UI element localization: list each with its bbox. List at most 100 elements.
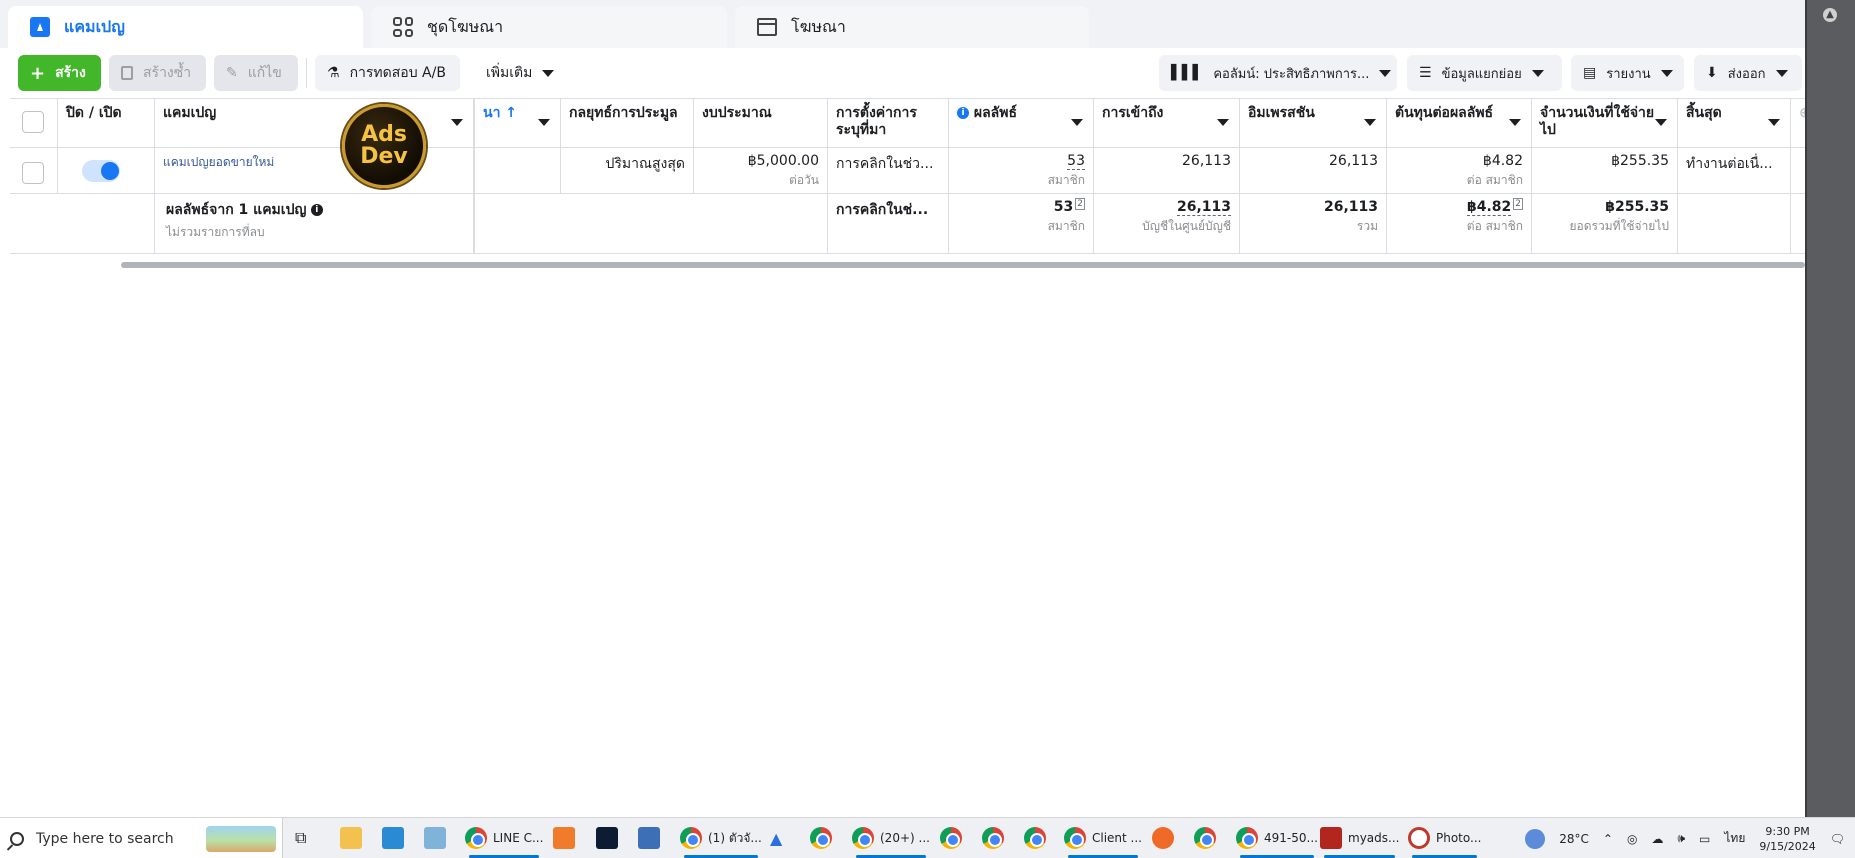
chevron-down-icon (1071, 119, 1083, 126)
duplicate-button-label: สร้างซ้ำ (143, 65, 192, 81)
table-header-row: ปิด / เปิด แคมเปญ นา ↑ กลยุทธ์การประมูล … (10, 98, 1811, 148)
vertical-scrollbar[interactable]: ▲ (1805, 0, 1855, 817)
header-results[interactable]: i ผลลัพธ์ (949, 99, 1094, 148)
network-icon[interactable]: ▭ (1699, 832, 1710, 846)
horizontal-scrollbar[interactable] (121, 262, 1805, 268)
totals-cost-per-result-sub: ต่อ สมาชิก (1466, 219, 1523, 233)
app-icon (424, 827, 446, 849)
totals-gap-cell (475, 194, 828, 253)
ab-test-button[interactable]: ⚗ การทดสอบ A/B (315, 55, 460, 91)
app4-button[interactable] (1152, 823, 1174, 853)
chevron-down-icon (451, 119, 463, 126)
taskbar-item-2-label: (1) ตัวจั... (708, 830, 762, 845)
header-reach-label: การเข้าถึง (1102, 105, 1164, 121)
taskbar-item-line[interactable]: LINE C... (465, 823, 543, 858)
chevron-down-icon (1775, 69, 1788, 77)
taskbar-item-2[interactable]: (1) ตัวจั... (680, 823, 762, 858)
language-indicator[interactable]: ไทย (1724, 829, 1745, 848)
volume-icon[interactable]: 🕪 (1677, 831, 1685, 846)
chrome-button-5[interactable] (1194, 823, 1216, 853)
header-delivery[interactable]: นา ↑ (475, 99, 561, 148)
campaign-name-link[interactable]: แคมเปญยอดขายใหม่ (163, 155, 274, 169)
taskbar-search[interactable]: Type here to search (0, 818, 283, 858)
header-attribution[interactable]: การตั้งค่าการระบุที่มา (828, 99, 949, 148)
download-icon: ⬇ (1706, 65, 1718, 81)
more-dropdown[interactable]: เพิ่มเติม (474, 55, 574, 91)
breakdown-dropdown[interactable]: ☰ ข้อมูลแยกย่อย (1407, 55, 1562, 91)
app-button[interactable] (424, 823, 446, 853)
table-row[interactable]: แคมเปญยอดขายใหม่ ปริมาณสูงสุด ฿5,000.00 … (10, 148, 1805, 194)
duplicate-button[interactable]: สร้างซ้ำ (109, 55, 206, 91)
duplicate-icon (121, 66, 133, 80)
header-cost-per-result[interactable]: ต้นทุนต่อผลลัพธ์ (1387, 99, 1532, 148)
weather-icon[interactable] (1525, 828, 1546, 849)
columns-dropdown[interactable]: ▌▌▌ คอลัมน์: ประสิทธิภาพการ... (1159, 55, 1397, 91)
chevron-up-icon[interactable]: ⌃ (1603, 832, 1613, 846)
vscode-button[interactable] (382, 823, 404, 853)
page-divider (1805, 0, 1807, 817)
header-toggle[interactable]: ปิด / เปิด (58, 99, 155, 148)
info-icon[interactable]: i (957, 107, 969, 119)
clock[interactable]: 9:30 PM 9/15/2024 (1759, 824, 1815, 854)
chrome-icon (1024, 827, 1046, 849)
header-amount-spent[interactable]: จำนวนเงินที่ใช้จ่ายไป (1532, 99, 1678, 148)
tab-ads[interactable]: โฆษณา (735, 6, 1089, 48)
chrome-button[interactable] (810, 823, 832, 853)
row-cost-per-result: ฿4.82 (1482, 153, 1523, 169)
scroll-up-icon[interactable]: ▲ (1823, 8, 1837, 22)
temperature[interactable]: 28°C (1559, 832, 1589, 846)
header-reach[interactable]: การเข้าถึง (1094, 99, 1240, 148)
chevron-down-icon (1531, 69, 1544, 77)
task-view-button[interactable]: ⧉ (295, 823, 306, 853)
edit-button[interactable]: ✎ แก้ไข (214, 55, 298, 91)
campaign-on-off-toggle[interactable] (82, 160, 120, 182)
xampp-button[interactable] (553, 823, 575, 853)
row-results-cell: 53 สมาชิก (949, 148, 1094, 193)
meet-icon[interactable]: ◎ (1627, 832, 1637, 846)
header-delivery-label: นา ↑ (483, 105, 518, 121)
select-all-checkbox[interactable] (22, 111, 44, 133)
chevron-down-icon (538, 119, 550, 126)
flask-icon: ⚗ (327, 65, 340, 81)
info-icon[interactable]: i (310, 204, 323, 216)
app3-button[interactable]: ▲ (770, 823, 782, 853)
header-budget[interactable]: งบประมาณ (694, 99, 828, 148)
row-impressions-cell: 26,113 (1240, 148, 1387, 193)
file-explorer-button[interactable] (340, 823, 362, 853)
totals-amount-spent-cell: ฿255.35 ยอดรวมที่ใช้จ่ายไป (1532, 194, 1678, 253)
notification-icon[interactable]: 🗨 (1830, 832, 1845, 846)
taskbar-item-6[interactable]: myads... (1320, 823, 1399, 858)
chrome-button-2[interactable] (940, 823, 962, 853)
breakdown-dropdown-label: ข้อมูลแยกย่อย (1441, 66, 1522, 82)
chevron-down-icon (1379, 69, 1392, 77)
cloud-icon[interactable]: ☁ (1651, 832, 1663, 846)
header-campaign[interactable]: แคมเปญ (155, 99, 475, 148)
taskbar-item-5[interactable]: 491-50... (1236, 823, 1318, 858)
header-results-label: ผลลัพธ์ (973, 105, 1018, 121)
create-button[interactable]: + สร้าง (18, 55, 101, 91)
row-budget-cell[interactable]: ฿5,000.00 ต่อวัน (694, 148, 828, 193)
header-bid-strategy[interactable]: กลยุทธ์การประมูล (561, 99, 694, 148)
header-impressions[interactable]: อิมเพรสชัน (1240, 99, 1387, 148)
app2-button[interactable] (638, 823, 660, 853)
grid-icon (393, 17, 413, 37)
row-attribution: การคลิกในช่ว... (836, 156, 934, 172)
taskbar-item-3[interactable]: (20+) ... (852, 823, 930, 858)
header-cost-per-result-label: ต้นทุนต่อผลลัพธ์ (1395, 105, 1494, 121)
chrome-button-4[interactable] (1024, 823, 1046, 853)
tab-ad-sets-label: ชุดโฆษณา (427, 16, 504, 36)
clock-time: 9:30 PM (1765, 824, 1810, 838)
photoshop-button[interactable] (596, 823, 618, 853)
reports-dropdown[interactable]: ▤ รายงาน (1571, 55, 1684, 91)
header-ends[interactable]: สิ้นสุด (1678, 99, 1791, 148)
taskbar-item-7[interactable]: Photo... (1408, 823, 1481, 858)
campaign-icon (30, 17, 50, 37)
taskbar-item-4[interactable]: Client ... (1064, 823, 1142, 858)
chrome-button-3[interactable] (982, 823, 1004, 853)
tab-campaigns[interactable]: แคมเปญ (8, 6, 363, 48)
tab-ad-sets[interactable]: ชุดโฆษณา (371, 6, 727, 48)
windows-taskbar: Type here to search ⧉ LINE C... (1) ตัวจ… (0, 817, 1855, 858)
export-dropdown[interactable]: ⬇ ส่งออก (1694, 55, 1802, 91)
chrome-icon (465, 827, 487, 849)
header-bid-strategy-label: กลยุทธ์การประมูล (569, 105, 678, 121)
